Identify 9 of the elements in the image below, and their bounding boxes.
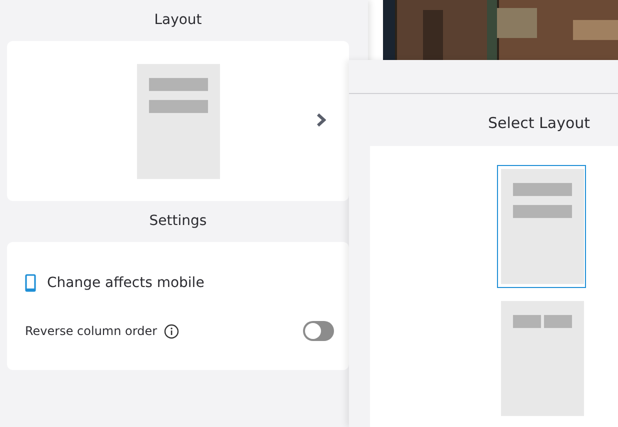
- info-icon[interactable]: [164, 324, 180, 338]
- toggle-switch[interactable]: [303, 321, 334, 341]
- chevron-right-icon[interactable]: [316, 113, 326, 127]
- section-title: Layout: [153, 11, 203, 30]
- panel-title: Select Layout: [487, 113, 592, 134]
- section-title: Settings: [148, 212, 208, 231]
- mobile-phone-icon: [25, 274, 36, 292]
- setting-label: Reverse column order: [25, 324, 158, 338]
- mobile-note: Change affects mobile: [47, 275, 204, 291]
